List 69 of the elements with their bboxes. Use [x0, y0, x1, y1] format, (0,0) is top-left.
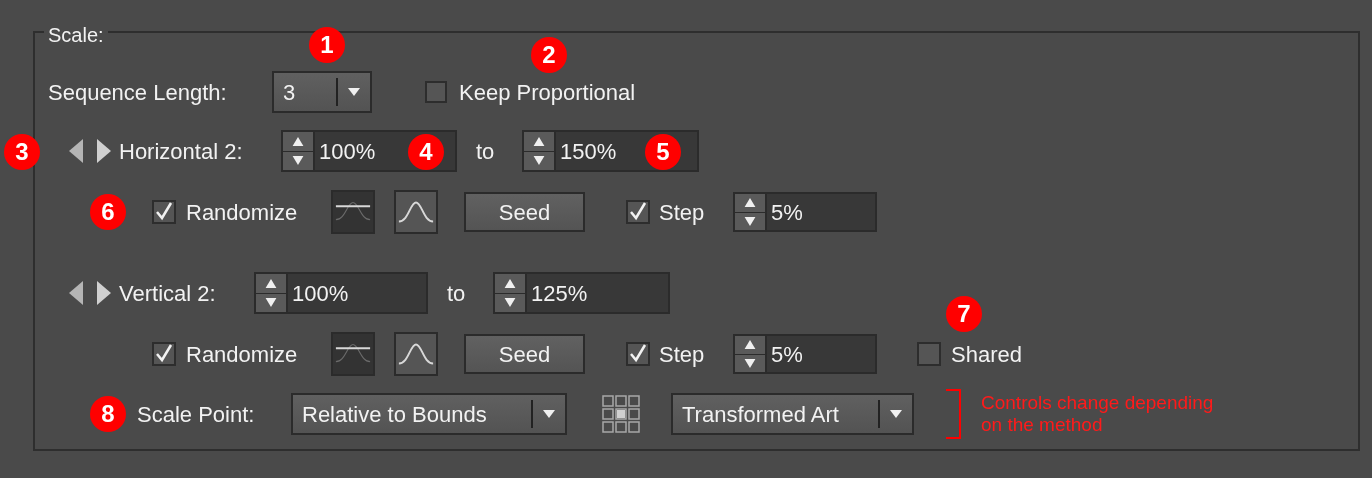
callout-badge: 3 — [4, 134, 40, 170]
checkbox[interactable] — [917, 342, 941, 366]
down-arrow-icon — [504, 298, 516, 308]
callout-badge: 7 — [946, 296, 982, 332]
down-arrow-icon — [744, 358, 756, 368]
increment-button[interactable] — [524, 132, 554, 152]
distribution-button[interactable] — [331, 332, 375, 376]
randomize-label: Randomize — [186, 198, 299, 227]
down-arrow-icon — [292, 156, 304, 166]
to-label: to — [476, 137, 496, 166]
scale-point-label: Scale Point: — [137, 400, 256, 429]
up-arrow-icon — [265, 278, 277, 288]
checkmark-icon — [628, 202, 648, 222]
increment-button[interactable] — [735, 194, 765, 213]
callout-badge: 2 — [531, 37, 567, 73]
next-arrow-icon[interactable] — [97, 139, 111, 163]
checkbox[interactable] — [152, 200, 176, 224]
increment-button[interactable] — [283, 132, 313, 152]
input-field[interactable]: 5% — [765, 336, 875, 372]
increment-button[interactable] — [735, 336, 765, 355]
callout-badge: 6 — [90, 194, 126, 230]
checkmark-icon — [154, 344, 174, 364]
checkbox[interactable] — [425, 81, 447, 103]
input-field[interactable]: 100% — [286, 274, 426, 312]
checkbox[interactable] — [626, 200, 650, 224]
dropdown[interactable]: Transformed Art — [671, 393, 914, 435]
note-text: Controls change depending on the method — [981, 392, 1214, 436]
previous-arrow-icon[interactable] — [69, 281, 83, 305]
checkmark-icon — [628, 344, 648, 364]
to-label: to — [447, 279, 467, 308]
bracket — [946, 389, 961, 439]
step-label: Step — [659, 198, 706, 227]
sequence-length-label: Sequence Length: — [48, 78, 228, 107]
next-arrow-icon[interactable] — [97, 281, 111, 305]
caret-icon — [348, 88, 360, 96]
randomize-label: Randomize — [186, 340, 299, 369]
up-arrow-icon — [744, 198, 756, 208]
increment-button[interactable] — [495, 274, 525, 294]
dropdown[interactable]: 3 — [272, 71, 372, 113]
checkbox[interactable] — [626, 342, 650, 366]
distribution-button[interactable] — [394, 332, 438, 376]
axis-label: Horizontal 2: — [119, 137, 244, 166]
caret-icon — [543, 410, 555, 418]
down-arrow-icon — [533, 156, 545, 166]
distribution-button[interactable] — [394, 190, 438, 234]
axis-label: Vertical 2: — [119, 279, 217, 308]
increment-button[interactable] — [256, 274, 286, 294]
reference-point-icon[interactable] — [602, 394, 641, 434]
checkbox[interactable] — [152, 342, 176, 366]
up-arrow-icon — [292, 136, 304, 146]
input-field[interactable]: 5% — [765, 194, 875, 230]
seed-button[interactable]: Seed — [464, 334, 585, 374]
checkmark-icon — [154, 202, 174, 222]
down-arrow-icon — [744, 216, 756, 226]
input-field[interactable]: 125% — [525, 274, 668, 312]
caret-icon — [890, 410, 902, 418]
up-arrow-icon — [533, 136, 545, 146]
seed-button[interactable]: Seed — [464, 192, 585, 232]
shared-label: Shared — [951, 340, 1022, 369]
callout-badge: 1 — [309, 27, 345, 63]
step-label: Step — [659, 340, 706, 369]
distribution-button[interactable] — [331, 190, 375, 234]
dropdown[interactable]: Relative to Bounds — [291, 393, 567, 435]
up-arrow-icon — [744, 340, 756, 350]
previous-arrow-icon[interactable] — [69, 139, 83, 163]
callout-badge: 8 — [90, 396, 126, 432]
down-arrow-icon — [265, 298, 277, 308]
up-arrow-icon — [504, 278, 516, 288]
keep-proportional-label: Keep Proportional — [459, 78, 636, 107]
